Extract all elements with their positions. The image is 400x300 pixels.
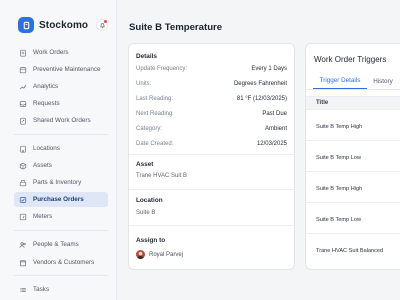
detail-value: Every 1 Days [251,65,287,72]
detail-value: 12/03/2025 [256,140,287,147]
row-divider [306,171,400,172]
detail-label: Next Reading [136,110,173,117]
sidebar-item-label: Parts & Inventory [33,179,82,186]
detail-row-date-created: Date Created: 12/03/2025 [136,139,287,148]
tab-trigger-details[interactable]: Trigger Details [313,73,367,89]
detail-value: Past Due [262,110,287,117]
row-divider [306,233,400,234]
gauge-icon [19,213,27,220]
building-icon [20,145,26,153]
sidebar-divider [14,275,108,276]
triggers-heading: Work Order Triggers [314,55,387,64]
section-divider [129,154,294,155]
sidebar-divider [14,134,108,135]
asset-link[interactable]: Trane HVAC Suit B [136,173,187,179]
sidebar-item-label: Meters [33,213,53,220]
detail-row-last-reading: Last Reading: 81 °F (12/03/2025) [136,94,287,103]
column-title-header: Title [316,100,329,106]
sidebar-divider [14,230,108,231]
sidebar-item-label: People & Teams [33,241,79,248]
sidebar-item-requests[interactable]: Requests [14,96,108,111]
avatar [136,250,145,259]
table-row[interactable]: Suite B Temp Low [316,155,361,161]
sidebar-item-label: Vendors & Customers [33,259,95,266]
detail-label: Date Created: [136,140,174,147]
row-divider [306,202,400,203]
inbox-icon [19,100,27,107]
store-icon [19,259,27,266]
assign-heading: Assign to [136,237,166,244]
detail-value: Ambient [264,125,287,132]
assignee-name: Royal Parvej [149,251,184,258]
location-link[interactable]: Suite B [136,210,155,216]
sidebar-item-label: Assets [33,162,52,169]
assignee[interactable]: Royal Parvej [136,250,183,259]
brand[interactable]: Stockomo [18,17,88,33]
calendar-icon [19,66,27,73]
sidebar-item-purchase-orders[interactable]: Purchase Orders [14,192,108,207]
sidebar-item-label: Preventive Maintenance [33,66,101,73]
asset-heading: Asset [136,161,154,168]
cart-icon [19,196,27,203]
chart-icon [19,84,27,89]
sidebar-item-analytics[interactable]: Analytics [14,79,108,94]
sidebar-item-parts-inventory[interactable]: Parts & Inventory [14,175,108,190]
sidebar-item-assets[interactable]: Assets [14,158,108,173]
sidebar-item-tasks[interactable]: Tasks [14,282,108,297]
sidebar-item-locations[interactable]: Locations [14,141,108,156]
detail-row-category: Category: Ambient [136,124,287,133]
sidebar-item-label: Shared Work Orders [33,117,91,124]
sidebar-item-preventive-maintenance[interactable]: Preventive Maintenance [14,62,108,77]
sidebar-item-label: Locations [33,145,60,152]
work-order-triggers-card: Work Order Triggers Trigger Details Hist… [305,43,400,270]
share-icon [20,117,26,125]
section-divider [129,225,294,226]
detail-value: 81 °F (12/03/2025) [236,95,287,102]
box-icon [19,162,27,169]
stockomo-logo-icon [18,17,34,33]
sidebar-item-work-orders[interactable]: Work Orders [14,45,108,60]
table-row[interactable]: Suite B Temp Low [316,217,361,223]
tab-history[interactable]: History [368,73,398,89]
location-heading: Location [136,197,163,204]
sidebar-item-shared-work-orders[interactable]: Shared Work Orders [14,113,108,128]
sidebar-item-label: Purchase Orders [33,196,84,203]
notification-bell-icon[interactable] [96,19,108,31]
table-header: Title [306,96,400,110]
detail-value: Degrees Fahrenheit [233,80,287,87]
table-row[interactable]: Trane HVAC Suit Balanced [316,248,383,254]
detail-row-update-frequency: Update Frequency: Every 1 Days [136,64,287,73]
detail-label: Update Frequency: [136,65,188,72]
sidebar-item-vendors-customers[interactable]: Vendors & Customers [14,255,108,270]
main-content: Suite B Temperature Details Update Frequ… [117,0,400,300]
row-divider [306,140,400,141]
details-heading: Details [136,53,157,60]
brand-name: Stockomo [39,19,89,31]
detail-row-next-reading: Next Reading Past Due [136,109,287,118]
tabs-underline [306,89,400,90]
sidebar: Stockomo Work Orders Preventive Maintena… [0,0,117,300]
sidebar-item-people-teams[interactable]: People & Teams [14,237,108,252]
parts-icon [19,179,27,186]
sidebar-item-label: Work Orders [33,49,69,56]
detail-row-units: Units: Degrees Fahrenheit [136,79,287,88]
table-row[interactable]: Suite B Temp High [316,124,362,130]
list-icon [19,287,26,292]
table-row[interactable]: Suite B Temp High [316,186,362,192]
detail-label: Category: [136,125,163,132]
meter-details-card: Details Update Frequency: Every 1 Days U… [128,43,295,270]
sidebar-item-label: Requests [33,100,60,107]
sidebar-item-label: Tasks [33,286,50,293]
sidebar-item-meters[interactable]: Meters [14,209,108,224]
people-icon [19,241,26,248]
page-title: Suite B Temperature [129,22,223,33]
detail-label: Last Reading: [136,95,174,102]
notification-dot [104,20,107,23]
sidebar-item-label: Analytics [33,83,59,90]
section-divider [129,189,294,190]
clipboard-icon [20,49,26,57]
detail-label: Units: [136,80,152,87]
